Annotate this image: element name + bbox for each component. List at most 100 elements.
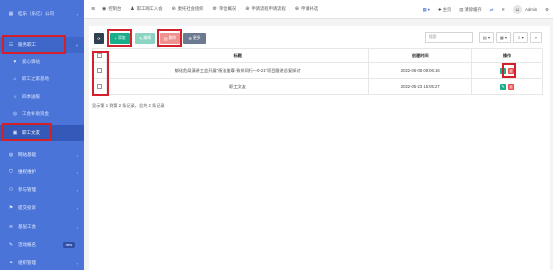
sidebar-item-site-basic[interactable]: ◍ 网站基础 ‹ bbox=[0, 147, 84, 163]
sidebar-item-company[interactable]: ▦ 桂乐（乐亿）公司 ‹ bbox=[0, 6, 84, 22]
nav-label: 控制台 bbox=[108, 6, 122, 11]
refresh-icon: ⟳ bbox=[97, 37, 101, 41]
table-header-row: 标题 创建时间 操作 bbox=[92, 48, 543, 63]
gear-icon: ⚙ bbox=[212, 6, 217, 12]
row-select-cell[interactable] bbox=[92, 62, 107, 79]
search-toggle-icon[interactable]: ⌕ bbox=[530, 32, 542, 43]
more-button[interactable]: ⚙ 更多 bbox=[183, 33, 206, 44]
chevron-left-icon: ‹ bbox=[76, 260, 78, 266]
building-icon: ▦ bbox=[8, 11, 14, 17]
export-button[interactable]: ⇩ ▾ bbox=[513, 32, 528, 43]
refresh-button[interactable]: ⟳ bbox=[94, 33, 104, 44]
sidebar-item-org[interactable]: ⚭ 组织管理 ‹ bbox=[0, 255, 84, 270]
sidebar-item-complaint[interactable]: ⚑ 提交投诉 ‹ bbox=[0, 200, 84, 216]
nav-dashboard[interactable]: ◉ 控制台 bbox=[102, 6, 121, 12]
fullscreen-icon[interactable]: ✕ bbox=[497, 0, 509, 19]
row-operations: ✎ ▥ bbox=[471, 78, 543, 95]
apply-icon: ⊕ bbox=[245, 6, 250, 12]
home-icon: ⌂ bbox=[13, 76, 17, 82]
home-link[interactable]: ✚ 主页 bbox=[434, 0, 455, 19]
edit-label: 编辑 bbox=[143, 36, 151, 40]
row-select-cell[interactable] bbox=[92, 78, 107, 95]
sidebar-item-label: 四季送暖 bbox=[22, 94, 40, 99]
org-icon: ⚭ bbox=[8, 260, 14, 266]
user-name: Admin bbox=[524, 7, 538, 12]
edit-button[interactable]: ✎ 编辑 bbox=[135, 33, 155, 44]
user-add-icon: ♟ bbox=[130, 6, 135, 12]
col-title[interactable]: 标题 bbox=[105, 48, 370, 63]
clear-cache-button[interactable]: ▤ 清除缓存 bbox=[455, 0, 485, 19]
search-placeholder: 搜索 bbox=[429, 35, 437, 39]
add-label: 添加 bbox=[117, 36, 126, 40]
table-row: 职工文友 2022-05-23 15:05:27 ✎ ▥ bbox=[92, 78, 543, 95]
nav-label: 申请补选 bbox=[300, 6, 319, 11]
edit-row-icon[interactable]: ✎ bbox=[500, 67, 507, 74]
nav-apply-process[interactable]: ⊕ 申请流程申请流程 bbox=[245, 6, 286, 12]
apply-icon: ⊕ bbox=[294, 6, 299, 12]
add-button[interactable]: + 添加 bbox=[110, 33, 130, 44]
nav-label: 申请流程申请流程 bbox=[251, 6, 286, 11]
select-all-checkbox[interactable] bbox=[96, 52, 102, 58]
sidebar-item-label: 爱心驿站 bbox=[22, 59, 40, 64]
delete-row-icon[interactable]: ▥ bbox=[508, 67, 515, 74]
sidebar-item-rights[interactable]: ⛉ 维权维护 ‹ bbox=[0, 164, 84, 180]
more-label: 更多 bbox=[193, 36, 201, 40]
sidebar-item-label: 工会补助资金 bbox=[22, 111, 49, 116]
top-right-tools: ▦ ▾ ✚ 主页 ▤ 清除缓存 ⇄ ✕ ☺ Admin ⚙ bbox=[418, 0, 553, 19]
flag-icon: ⚑ bbox=[8, 205, 14, 211]
nav-apply-select[interactable]: ⊕ 申请补选 bbox=[295, 6, 318, 12]
sidebar-item-workers-friends[interactable]: ▣ 职工文友 bbox=[0, 125, 84, 141]
user-menu[interactable]: ☺ Admin bbox=[509, 0, 541, 19]
nav-join-union[interactable]: ♟ 职工网工入会 bbox=[130, 6, 162, 12]
clear-cache-label: 清除缓存 bbox=[464, 6, 482, 12]
users-icon: ⚇ bbox=[8, 187, 14, 193]
chevron-left-icon: ‹ bbox=[76, 187, 78, 193]
sidebar-item-four-seasons[interactable]: ☼ 四季送暖 bbox=[0, 89, 84, 105]
sidebar-item-label: 提交投诉 bbox=[18, 205, 36, 210]
plus-icon: + bbox=[114, 36, 117, 41]
sidebar-item-label: 参与管理 bbox=[18, 187, 36, 192]
row-created-time: 2022-05-23 15:05:27 bbox=[368, 78, 473, 95]
heart-icon: ♥ bbox=[13, 59, 17, 65]
sidebar-item-grassroots[interactable]: ≋ 基层工会 ‹ bbox=[0, 219, 84, 235]
gear-icon: ⚙ bbox=[188, 36, 192, 41]
chevron-left-icon: ‹ bbox=[76, 152, 78, 158]
sidebar-item-label: 基层工会 bbox=[18, 224, 36, 229]
sidebar-item-subsidy[interactable]: ◎ 工会补助资金 bbox=[0, 106, 84, 122]
sidebar-item-service-workers[interactable]: ☷ 服务职工 ˅ bbox=[0, 37, 84, 53]
edit-row-icon[interactable]: ✎ bbox=[500, 83, 507, 90]
sun-icon: ☼ bbox=[12, 94, 18, 100]
delete-label: 删除 bbox=[168, 36, 177, 40]
menu-toggle-icon[interactable]: ≡ bbox=[84, 0, 102, 19]
row-checkbox[interactable] bbox=[96, 83, 102, 89]
translate-icon[interactable]: ⇄ bbox=[486, 0, 498, 19]
row-created-time: 2022-06-08 09:06:16 bbox=[368, 62, 473, 79]
sidebar-item-love-station[interactable]: ♥ 爱心驿站 bbox=[0, 54, 84, 70]
globe-icon: ◍ bbox=[8, 152, 14, 158]
nav-social-org[interactable]: ⊛ 委托社会组织 bbox=[172, 6, 204, 12]
top-nav: ◉ 控制台 ♟ 职工网工入会 ⊛ 委托社会组织 ⚙ 单位概况 ⊕ 申请流程申请流… bbox=[102, 0, 327, 19]
avatar: ☺ bbox=[512, 5, 522, 14]
chevron-left-icon: ‹ bbox=[76, 169, 78, 175]
sidebar-item-signup[interactable]: ✎ 活动报名 new bbox=[0, 237, 84, 253]
toggle-view-button[interactable]: ▤ ▾ bbox=[479, 32, 494, 43]
columns-button[interactable]: ▦ ▾ bbox=[496, 32, 511, 43]
col-created-time[interactable]: 创建时间 bbox=[368, 48, 473, 63]
delete-row-icon[interactable]: ▥ bbox=[508, 83, 515, 90]
sidebar-item-participate[interactable]: ⚇ 参与管理 ‹ bbox=[0, 182, 84, 198]
shield-icon: ⛉ bbox=[9, 169, 13, 175]
search-input[interactable]: 搜索 bbox=[425, 32, 473, 43]
grid-menu-icon[interactable]: ▦ ▾ bbox=[418, 0, 433, 19]
sidebar-item-label: 服务职工 bbox=[18, 42, 36, 47]
sidebar-item-workers-home[interactable]: ⌂ 职工之家基地 bbox=[0, 71, 84, 87]
user-group-icon: ☷ bbox=[8, 42, 14, 48]
col-operation: 操作 bbox=[471, 48, 543, 63]
sidebar-item-label: 维权维护 bbox=[18, 169, 36, 174]
settings-icon[interactable]: ⚙ bbox=[541, 0, 553, 19]
delete-button[interactable]: ▥ 删除 bbox=[160, 33, 180, 44]
select-all-cell[interactable] bbox=[92, 48, 107, 63]
row-checkbox[interactable] bbox=[96, 67, 102, 73]
chevron-left-icon: ‹ bbox=[76, 205, 78, 211]
sidebar-item-label: 职工文友 bbox=[22, 130, 40, 135]
nav-unit-overview[interactable]: ⚙ 单位概况 bbox=[213, 6, 237, 12]
